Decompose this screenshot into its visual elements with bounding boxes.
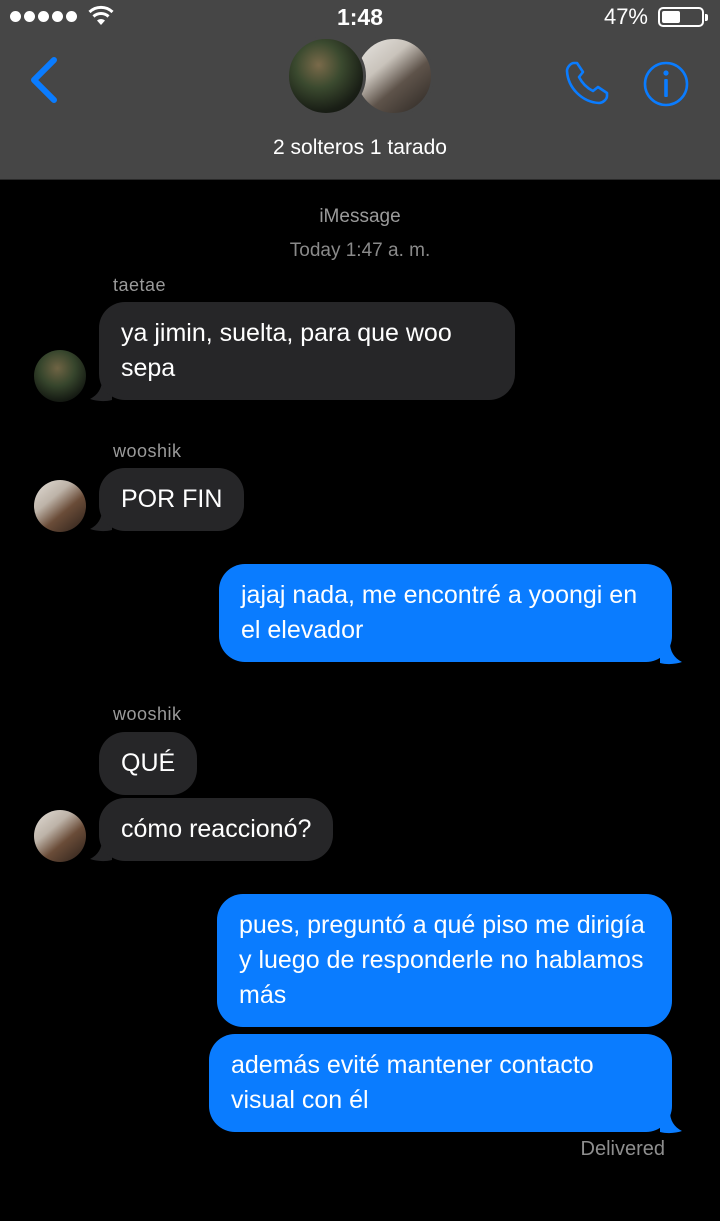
avatar-taetae	[286, 36, 366, 116]
sender-name: wooshik	[113, 704, 182, 724]
back-chevron-icon[interactable]	[26, 56, 66, 104]
battery-level	[662, 11, 680, 23]
group-title[interactable]: 2 solteros 1 tarado	[0, 136, 720, 160]
service-label: iMessage	[319, 206, 401, 227]
message-bubble-incoming[interactable]: cómo reaccionó?	[99, 798, 334, 861]
message-bubble-outgoing[interactable]: pues, preguntó a qué piso me dirigía y l…	[217, 894, 672, 1027]
delivered-status: Delivered	[580, 1138, 665, 1160]
battery-percent: 47%	[603, 4, 648, 29]
group-avatars[interactable]	[286, 36, 436, 120]
info-icon[interactable]	[642, 60, 690, 108]
avatar-wooshik	[354, 36, 434, 116]
avatar	[34, 480, 86, 532]
status-bar: 1:48 47%	[0, 0, 720, 34]
sender-name: wooshik	[113, 441, 182, 461]
avatar	[34, 810, 86, 862]
timestamp-label: Today 1:47 a. m.	[289, 240, 431, 261]
battery-icon	[658, 7, 708, 27]
phone-icon[interactable]	[562, 58, 612, 108]
sender-name: taetae	[113, 275, 167, 295]
message-bubble-outgoing[interactable]: además evité mantener contacto visual co…	[209, 1034, 672, 1132]
message-bubble-incoming[interactable]: ya jimin, suelta, para que woo sepa	[99, 302, 515, 400]
conversation-header: 1:48 47% 2 solteros 1 tarado	[0, 0, 720, 180]
avatar	[34, 350, 86, 402]
message-bubble-outgoing[interactable]: jajaj nada, me encontré a yoongi en el e…	[219, 564, 672, 662]
message-bubble-incoming[interactable]: QUÉ	[99, 732, 198, 795]
message-bubble-incoming[interactable]: POR FIN	[99, 468, 245, 531]
